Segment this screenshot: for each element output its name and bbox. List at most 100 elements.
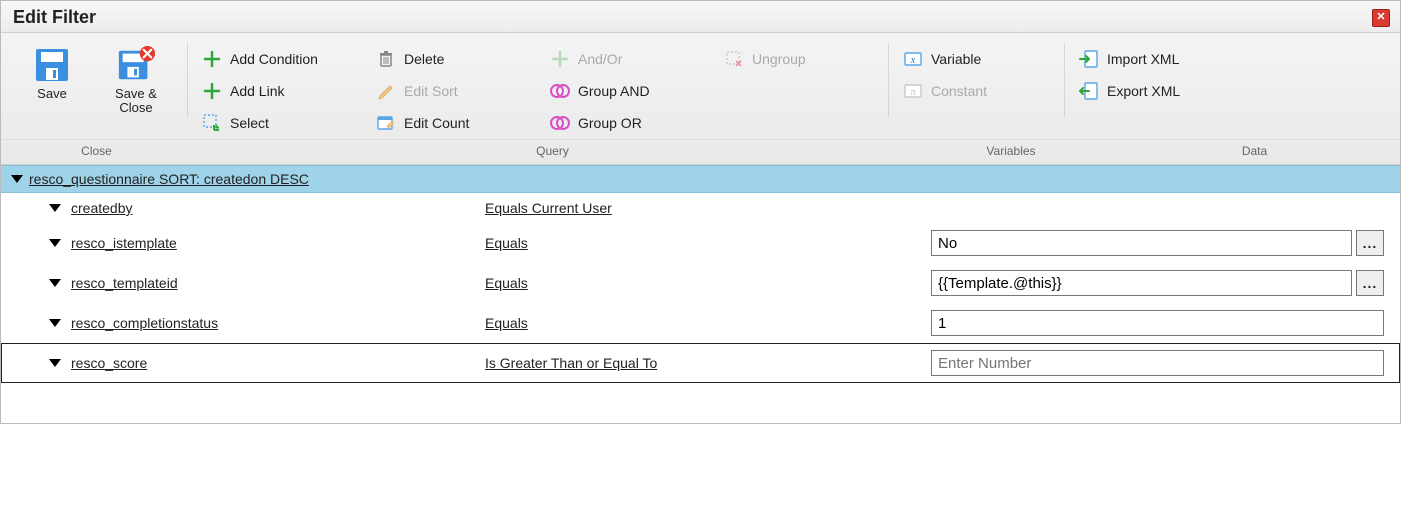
group-and-icon xyxy=(550,81,570,101)
svg-text:π: π xyxy=(910,87,915,98)
trash-icon xyxy=(376,49,396,69)
variable-label: Variable xyxy=(931,51,981,67)
ribbon-group-data: Import XML Export XML xyxy=(1065,39,1240,139)
import-xml-label: Import XML xyxy=(1107,51,1179,67)
select-label: Select xyxy=(230,115,269,131)
condition-operator-link[interactable]: Equals Current User xyxy=(485,200,612,216)
ribbon-group-query: Add Condition Delete And/Or Ungroup xyxy=(188,39,888,139)
condition-field-link[interactable]: resco_templateid xyxy=(71,275,178,291)
condition-operator-link[interactable]: Equals xyxy=(485,275,528,291)
condition-operator-link[interactable]: Equals xyxy=(485,235,528,251)
value-picker-button[interactable]: ... xyxy=(1356,270,1384,296)
condition-field-column: resco_completionstatus xyxy=(49,315,479,331)
expand-triangle-icon[interactable] xyxy=(49,279,61,287)
pencil-icon xyxy=(376,81,396,101)
condition-operator-column: Equals xyxy=(485,275,925,291)
expand-triangle-icon[interactable] xyxy=(49,319,61,327)
filter-root-label[interactable]: resco_questionnaire SORT: createdon DESC xyxy=(29,171,309,187)
export-xml-label: Export XML xyxy=(1107,83,1180,99)
save-button[interactable]: Save xyxy=(17,43,87,103)
group-or-button[interactable]: Group OR xyxy=(546,107,716,139)
edit-count-icon xyxy=(376,113,396,133)
filter-rows-container: createdby Equals Current User resco_istemp… xyxy=(1,193,1400,383)
condition-value-column: ... xyxy=(931,270,1392,296)
variable-icon: x xyxy=(903,49,923,69)
ribbon-group-variables: x Variable π Constant xyxy=(889,39,1064,139)
condition-value-input[interactable] xyxy=(931,310,1384,336)
save-button-label: Save xyxy=(37,87,67,101)
condition-operator-column: Equals xyxy=(485,235,925,251)
save-and-close-button[interactable]: Save & Close xyxy=(101,43,171,118)
import-xml-button[interactable]: Import XML xyxy=(1075,43,1245,75)
condition-value-input[interactable] xyxy=(931,350,1384,376)
save-icon xyxy=(32,45,72,85)
condition-operator-link[interactable]: Is Greater Than or Equal To xyxy=(485,355,657,371)
constant-label: Constant xyxy=(931,83,987,99)
condition-field-column: resco_istemplate xyxy=(49,235,479,251)
edit-count-button[interactable]: Edit Count xyxy=(372,107,542,139)
condition-value-input[interactable] xyxy=(931,270,1352,296)
ungroup-button[interactable]: Ungroup xyxy=(720,43,890,75)
group-and-label: Group AND xyxy=(578,83,650,99)
import-icon xyxy=(1079,49,1099,69)
ribbon: Save Save & Close Add Condition xyxy=(1,33,1400,165)
titlebar: Edit Filter ✕ xyxy=(1,1,1400,33)
condition-value-column xyxy=(931,310,1392,336)
condition-field-link[interactable]: resco_score xyxy=(71,355,147,371)
add-link-button[interactable]: Add Link xyxy=(198,75,368,107)
condition-field-link[interactable]: resco_istemplate xyxy=(71,235,177,251)
expand-triangle-icon[interactable] xyxy=(49,359,61,367)
delete-label: Delete xyxy=(404,51,444,67)
filter-condition-row[interactable]: resco_score Is Greater Than or Equal To xyxy=(1,343,1400,383)
edit-sort-label: Edit Sort xyxy=(404,83,458,99)
plus-icon xyxy=(202,81,222,101)
filter-condition-row[interactable]: resco_templateid Equals... xyxy=(1,263,1400,303)
ribbon-label-query: Query xyxy=(192,139,913,164)
filter-condition-row[interactable]: createdby Equals Current User xyxy=(1,193,1400,223)
condition-operator-column: Equals Current User xyxy=(485,200,925,216)
select-icon xyxy=(202,113,222,133)
and-or-button[interactable]: And/Or xyxy=(546,43,716,75)
condition-value-input[interactable] xyxy=(931,230,1352,256)
save-and-close-button-label: Save & Close xyxy=(103,87,169,116)
expand-triangle-icon[interactable] xyxy=(49,204,61,212)
plus-disabled-icon xyxy=(550,49,570,69)
add-link-label: Add Link xyxy=(230,83,284,99)
select-button[interactable]: Select xyxy=(198,107,368,139)
ungroup-icon xyxy=(724,49,744,69)
filter-root-row[interactable]: resco_questionnaire SORT: createdon DESC xyxy=(1,165,1400,193)
filter-condition-row[interactable]: resco_completionstatus Equals xyxy=(1,303,1400,343)
ungroup-label: Ungroup xyxy=(752,51,806,67)
add-condition-button[interactable]: Add Condition xyxy=(198,43,368,75)
edit-sort-button[interactable]: Edit Sort xyxy=(372,75,542,107)
svg-text:x: x xyxy=(910,55,916,66)
filter-body: resco_questionnaire SORT: createdon DESC… xyxy=(1,165,1400,423)
and-or-label: And/Or xyxy=(578,51,622,67)
expand-triangle-icon xyxy=(11,175,23,183)
group-or-icon xyxy=(550,113,570,133)
condition-field-link[interactable]: createdby xyxy=(71,200,132,216)
variable-button[interactable]: x Variable xyxy=(899,43,1069,75)
constant-button[interactable]: π Constant xyxy=(899,75,1069,107)
ribbon-label-close: Close xyxy=(1,139,192,164)
filter-condition-row[interactable]: resco_istemplate Equals... xyxy=(1,223,1400,263)
export-xml-button[interactable]: Export XML xyxy=(1075,75,1245,107)
ribbon-label-data: Data xyxy=(1109,139,1400,164)
add-condition-label: Add Condition xyxy=(230,51,318,67)
edit-filter-window: Edit Filter ✕ Save Save & Close xyxy=(0,0,1401,424)
group-and-button[interactable]: Group AND xyxy=(546,75,716,107)
close-icon: ✕ xyxy=(1376,12,1385,23)
ribbon-group-labels: Close Query Variables Data xyxy=(1,139,1400,164)
condition-operator-link[interactable]: Equals xyxy=(485,315,528,331)
condition-field-column: createdby xyxy=(49,200,479,216)
condition-field-link[interactable]: resco_completionstatus xyxy=(71,315,218,331)
condition-field-column: resco_score xyxy=(49,355,479,371)
condition-value-column: ... xyxy=(931,230,1392,256)
value-picker-button[interactable]: ... xyxy=(1356,230,1384,256)
window-close-button[interactable]: ✕ xyxy=(1372,9,1390,27)
delete-button[interactable]: Delete xyxy=(372,43,542,75)
save-close-icon xyxy=(116,45,156,85)
export-icon xyxy=(1079,81,1099,101)
expand-triangle-icon[interactable] xyxy=(49,239,61,247)
edit-count-label: Edit Count xyxy=(404,115,469,131)
